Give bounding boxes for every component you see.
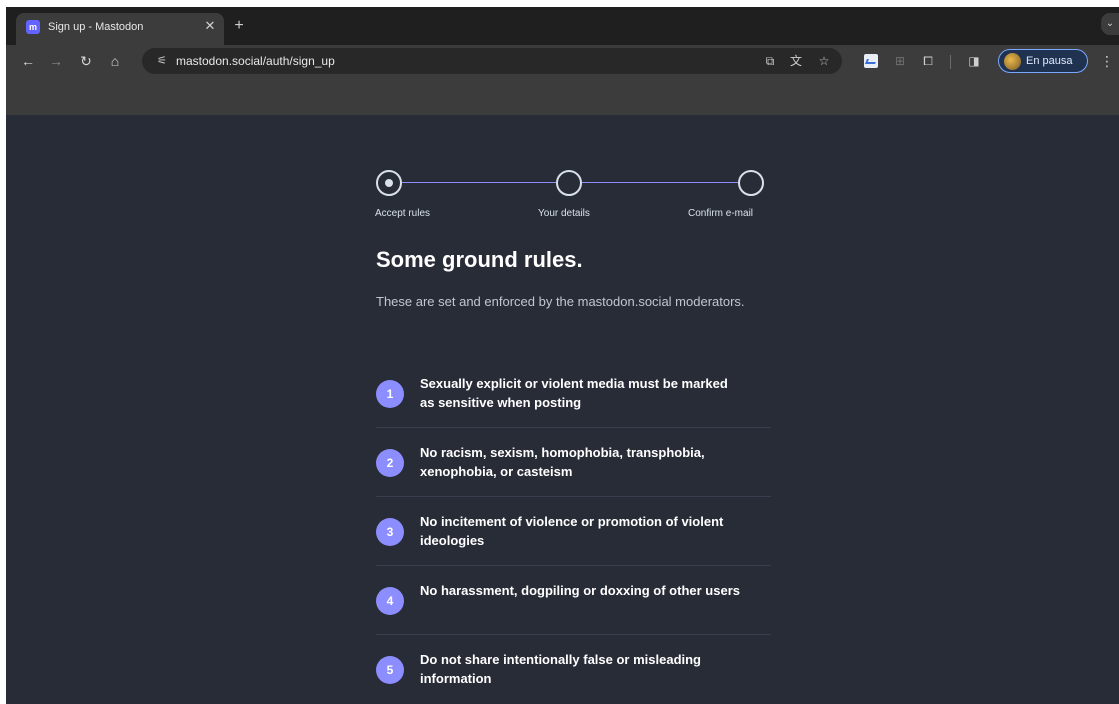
toolbar-divider (950, 55, 951, 69)
step-active-dot (385, 179, 393, 187)
step-your-details-indicator (556, 170, 582, 196)
extension-grid-icon[interactable]: ⊞ (892, 53, 908, 69)
new-tab-icon[interactable]: + (230, 17, 248, 35)
list-item: 2 No racism, sexism, homophobia, transph… (376, 428, 771, 497)
rule-text: No racism, sexism, homophobia, transphob… (420, 445, 705, 479)
rule-number-badge: 4 (376, 587, 404, 615)
page-lead: These are set and enforced by the mastod… (376, 294, 745, 309)
list-item: 5 Do not share intentionally false or mi… (376, 635, 771, 704)
forward-arrow-icon[interactable]: → (47, 52, 65, 70)
signup-stepper: Accept rules Your details Confirm e-mail (368, 163, 768, 223)
step-connector (402, 182, 556, 183)
step-connector (582, 182, 738, 183)
rule-number-badge: 1 (376, 380, 404, 408)
list-item: 3 No incitement of violence or promotion… (376, 497, 771, 566)
rule-number-badge: 2 (376, 449, 404, 477)
rules-list: 1 Sexually explicit or violent media mus… (376, 359, 771, 704)
rule-text: Do not share intentionally false or misl… (420, 652, 701, 686)
url-text[interactable]: mastodon.social/auth/sign_up (176, 54, 335, 68)
mastodon-logo-icon: m (26, 20, 40, 34)
extensions-puzzle-icon[interactable]: ⧠ (920, 53, 936, 69)
tab-strip: m Sign up - Mastodon ✕ + ⌄ (6, 7, 1119, 45)
page-title: Some ground rules. (376, 247, 583, 272)
browser-toolbar: ← → ↻ ⌂ ⚟ mastodon.social/auth/sign_up ⧉… (6, 45, 1119, 77)
side-panel-icon[interactable]: ◨ (966, 53, 982, 69)
step-label-confirm-email: Confirm e-mail (688, 208, 754, 219)
translate-icon[interactable]: 文 (788, 53, 804, 69)
address-bar[interactable]: ⚟ mastodon.social/auth/sign_up ⧉ 文 ☆ (142, 48, 842, 74)
more-menu-icon[interactable]: ⋮ (1100, 53, 1114, 69)
step-accept-rules-indicator (376, 170, 402, 196)
avatar (1004, 53, 1021, 70)
extension-chart-icon[interactable] (864, 54, 878, 68)
rule-number-badge: 5 (376, 656, 404, 684)
close-tab-icon[interactable]: ✕ (202, 18, 218, 34)
rule-text: Sexually explicit or violent media must … (420, 376, 728, 410)
tab-sign-up[interactable]: m Sign up - Mastodon ✕ (16, 13, 224, 45)
rule-number-badge: 3 (376, 518, 404, 546)
profile-label: En pausa (1026, 55, 1073, 67)
bookmark-star-icon[interactable]: ☆ (816, 53, 832, 69)
profile-button[interactable]: En pausa (998, 49, 1088, 73)
install-app-icon[interactable]: ⧉ (762, 53, 778, 69)
rule-text: No harassment, dogpiling or doxxing of o… (420, 583, 740, 598)
browser-window: m Sign up - Mastodon ✕ + ⌄ ← → ↻ ⌂ ⚟ mas… (6, 7, 1119, 704)
step-label-your-details: Your details (538, 208, 590, 219)
reload-icon[interactable]: ↻ (77, 52, 95, 70)
step-confirm-email-indicator (738, 170, 764, 196)
tab-search-icon[interactable]: ⌄ (1101, 13, 1119, 35)
tab-title: Sign up - Mastodon (48, 21, 144, 33)
bookmarks-bar (6, 77, 1119, 115)
back-arrow-icon[interactable]: ← (19, 52, 37, 70)
rule-text: No incitement of violence or promotion o… (420, 514, 724, 548)
home-icon[interactable]: ⌂ (106, 52, 124, 70)
list-item: 1 Sexually explicit or violent media mus… (376, 359, 771, 428)
site-info-icon[interactable]: ⚟ (154, 53, 170, 69)
page-content: Accept rules Your details Confirm e-mail… (6, 115, 1119, 704)
list-item: 4 No harassment, dogpiling or doxxing of… (376, 566, 771, 635)
step-label-accept-rules: Accept rules (375, 208, 431, 219)
